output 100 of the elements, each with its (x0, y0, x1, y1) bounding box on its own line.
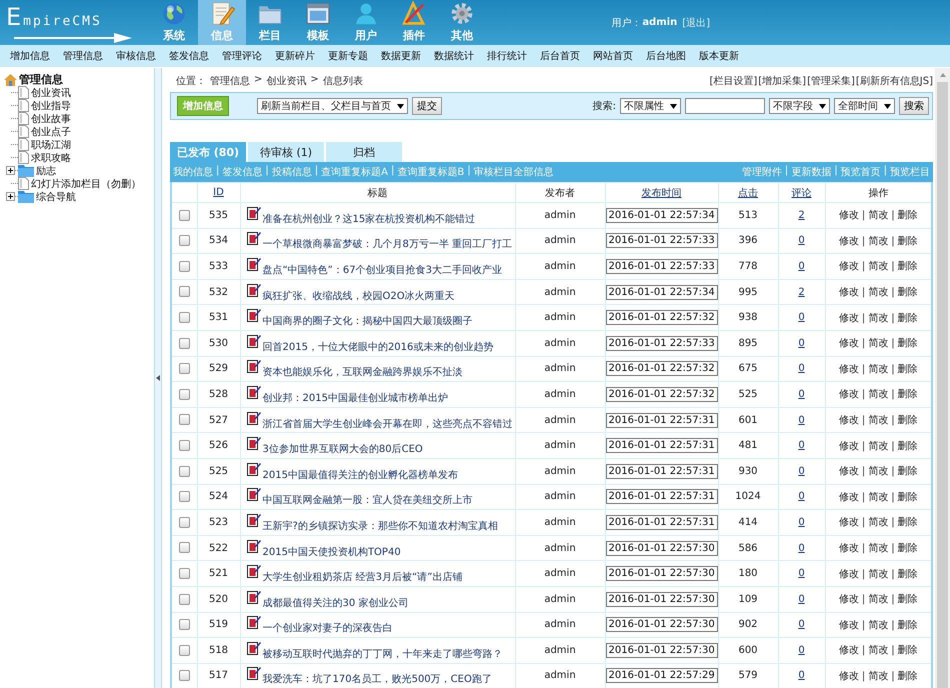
action-link[interactable]: 修改 (838, 210, 859, 222)
checkbox[interactable] (178, 440, 190, 452)
checkbox[interactable] (178, 363, 190, 374)
action-link[interactable]: 删除 (898, 466, 918, 478)
scroll-up-icon[interactable] (940, 73, 946, 77)
time-field[interactable]: 2016-01-01 22:57:32 (606, 310, 718, 326)
menu-link[interactable]: 管理评论 (222, 49, 262, 63)
action-link[interactable]: 简改 (868, 670, 888, 682)
edit-icon[interactable] (246, 564, 260, 578)
action-link[interactable]: 修改 (838, 389, 859, 400)
comments-link[interactable]: 0 (798, 594, 805, 605)
time-field[interactable]: 2016-01-01 22:57:30 (606, 592, 718, 607)
action-link[interactable]: 简改 (868, 594, 888, 606)
time-field[interactable]: 2016-01-01 22:57:30 (606, 566, 718, 582)
action-link[interactable]: 简改 (868, 492, 888, 503)
menu-link[interactable]: 后台地图 (646, 49, 686, 63)
time-field[interactable]: 2016-01-01 22:57:31 (606, 514, 718, 530)
checkbox[interactable] (178, 286, 190, 298)
checkbox[interactable] (178, 338, 190, 349)
breadcrumb-link[interactable]: 管理信息 (210, 74, 250, 88)
tree-item[interactable]: 创业故事 (31, 112, 71, 126)
submit-button[interactable]: 提交 (412, 97, 442, 115)
comments-link[interactable]: 0 (798, 466, 805, 477)
edit-icon[interactable] (246, 359, 260, 374)
comments-link[interactable]: 0 (798, 670, 805, 682)
action-link[interactable]: 简改 (868, 466, 888, 478)
action-link[interactable]: 删除 (898, 440, 918, 452)
tree-item[interactable]: 励志 (36, 164, 56, 178)
action-link[interactable]: 简改 (868, 261, 888, 272)
comments-link[interactable]: 2 (798, 286, 805, 298)
tab[interactable]: 归档 (326, 142, 402, 162)
comments-link[interactable]: 2 (798, 210, 805, 221)
action-link[interactable]: 简改 (868, 645, 888, 656)
comments-link[interactable]: 0 (798, 568, 805, 580)
time-field[interactable]: 2016-01-01 22:57:33 (606, 336, 718, 351)
time-field[interactable]: 2016-01-01 22:57:29 (606, 668, 718, 684)
scrollbar[interactable] (935, 68, 950, 688)
action-link[interactable]: 简改 (868, 568, 888, 580)
tree-item[interactable]: 求职攻略 (31, 150, 71, 164)
menu-link[interactable]: 版本更新 (699, 49, 739, 63)
checkbox[interactable] (178, 542, 190, 554)
comments-link[interactable]: 0 (798, 414, 805, 426)
checkbox[interactable] (178, 466, 190, 477)
menu-link[interactable]: 数据更新 (381, 49, 421, 63)
action-link[interactable]: 修改 (838, 645, 859, 656)
action-link[interactable]: 修改 (838, 338, 859, 350)
action-link[interactable]: 修改 (838, 415, 859, 426)
action-link[interactable]: [增加采集] (758, 74, 806, 88)
edit-icon[interactable] (246, 384, 260, 399)
action-link[interactable]: 简改 (868, 312, 888, 324)
action-link[interactable]: 修改 (838, 620, 859, 631)
comments-link[interactable]: 0 (798, 312, 805, 324)
action-link[interactable]: 删除 (898, 492, 918, 503)
breadcrumb-link[interactable]: 信息列表 (322, 74, 363, 88)
action-link[interactable]: 简改 (868, 364, 888, 375)
action-link[interactable]: 删除 (898, 261, 918, 272)
action-link[interactable]: 简改 (868, 338, 888, 350)
edit-icon[interactable] (246, 282, 260, 297)
search-button[interactable]: 搜索 (899, 97, 929, 115)
expand-icon[interactable] (6, 166, 15, 175)
comments-link[interactable]: 0 (798, 619, 805, 630)
action-link[interactable]: 修改 (838, 594, 859, 606)
action-link[interactable]: 删除 (898, 312, 918, 324)
action-link[interactable]: 修改 (838, 261, 859, 272)
tree-item[interactable]: 创业指导 (31, 98, 71, 112)
checkbox[interactable] (178, 568, 190, 579)
time-field[interactable]: 2016-01-01 22:57:31 (606, 464, 718, 479)
action-link[interactable]: 修改 (838, 440, 859, 452)
action-link[interactable]: 简改 (868, 620, 888, 631)
tree-item[interactable]: 创业资讯 (31, 86, 71, 100)
checkbox[interactable] (178, 644, 190, 656)
comments-link[interactable]: 0 (798, 235, 805, 246)
checkbox[interactable] (178, 235, 190, 246)
edit-icon[interactable] (246, 538, 260, 553)
edit-icon[interactable] (246, 206, 260, 220)
menu-link[interactable]: 签发信息 (169, 49, 209, 63)
edit-icon[interactable] (246, 666, 260, 680)
action-link[interactable]: 简改 (868, 287, 888, 298)
tree-item[interactable]: 创业点子 (31, 124, 71, 138)
menu-link[interactable]: 更新专题 (328, 49, 368, 63)
expand-icon[interactable] (6, 192, 15, 201)
action-link[interactable]: 删除 (898, 517, 918, 528)
action-link[interactable]: 删除 (898, 543, 918, 554)
checkbox[interactable] (178, 312, 190, 324)
action-link[interactable]: 删除 (898, 364, 918, 375)
action-link[interactable]: 删除 (898, 338, 918, 350)
comments-link[interactable]: 0 (798, 338, 805, 349)
menu-link[interactable]: 数据统计 (434, 49, 474, 63)
comments-link[interactable]: 0 (798, 363, 805, 374)
action-link[interactable]: 删除 (898, 415, 918, 426)
action-link[interactable]: 简改 (868, 543, 888, 554)
dropdown[interactable]: 刷新当前栏目、父栏目与首页 (257, 98, 408, 114)
action-link[interactable]: 删除 (898, 670, 918, 682)
time-field[interactable]: 2016-01-01 22:57:34 (606, 208, 718, 223)
action-link[interactable]: 修改 (838, 492, 859, 503)
action-link[interactable]: 修改 (838, 236, 859, 247)
action-link[interactable]: [栏目设置] (709, 74, 758, 88)
action-link[interactable]: 修改 (838, 670, 859, 682)
comments-link[interactable]: 0 (798, 260, 805, 272)
action-link[interactable]: 删除 (898, 645, 918, 656)
